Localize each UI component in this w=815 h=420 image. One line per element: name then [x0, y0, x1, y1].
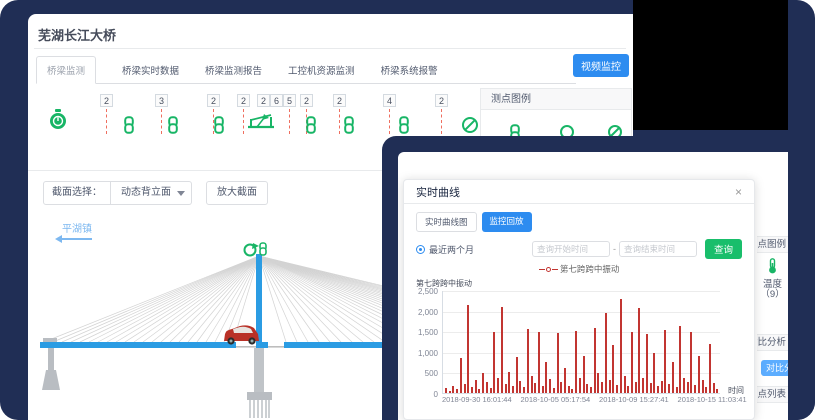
sensor-drop-line: [106, 109, 107, 134]
tab-ipc-resource[interactable]: 工控机资源监测: [288, 57, 355, 83]
chart-legend[interactable]: 第七跨跨中振动: [404, 263, 754, 275]
query-end-time-input[interactable]: [619, 241, 697, 257]
chart-plot-area: [442, 291, 720, 394]
modal-tab-bar: 实时曲线图 监控回放: [416, 212, 754, 232]
sensor-count-badge: 3: [155, 94, 168, 107]
sensor-count-badge: 5: [283, 94, 296, 107]
sensor-count-badge: 2: [257, 94, 270, 107]
no-signal-icon[interactable]: [461, 116, 479, 134]
section-select-dropdown[interactable]: 动态背立面: [111, 181, 192, 205]
legend-line-icon: [539, 269, 545, 270]
sensor-count-badge: 2: [333, 94, 346, 107]
main-tab-bar: 桥梁监测 桥梁实时数据 桥梁监测报告 工控机资源监测 桥梁系统报警: [36, 56, 576, 84]
thermometer-icon: [767, 258, 778, 274]
truss-sensor-icon[interactable]: [247, 112, 275, 132]
sensor-count-badge: 2: [435, 94, 448, 107]
query-start-time-input[interactable]: [532, 241, 610, 257]
left-arrow-icon: [62, 238, 92, 240]
sensor-drop-line: [441, 109, 442, 134]
close-icon[interactable]: ×: [735, 186, 742, 198]
chart-x-axis: 2018-09-30 16:01:442018-10-05 05:17:5420…: [442, 394, 744, 404]
chain-link-icon[interactable]: [167, 116, 179, 134]
radio-last-two-months[interactable]: [416, 245, 425, 254]
enlarge-section-button[interactable]: 放大截面: [206, 181, 268, 205]
rotation-sensor-icon: [245, 243, 260, 256]
section-select-row: 截面选择： 动态背立面 放大截面: [43, 181, 268, 205]
sensor-drop-line: [339, 109, 340, 134]
chevron-down-icon: [177, 191, 185, 196]
chart-popup-content: 测点图例 温度 （9） 对比分析 对比分析 测点列表 实时曲线 ×: [398, 152, 788, 420]
chain-link-icon: [260, 243, 266, 255]
side-legend-header: 测点图例: [757, 236, 788, 253]
video-monitor-button[interactable]: 视频监控: [573, 54, 629, 77]
sensor-count-badge: 2: [300, 94, 313, 107]
tab-bridge-monitor[interactable]: 桥梁监测: [36, 56, 96, 84]
chart-popup-window: 测点图例 温度 （9） 对比分析 对比分析 测点列表 实时曲线 ×: [382, 136, 815, 420]
legend-label: 第七跨跨中振动: [560, 264, 620, 274]
modal-header: 实时曲线 ×: [404, 180, 754, 204]
vibration-chart: 第七跨跨中振动 2,5002,0001,5001,0005000 2018-09…: [416, 278, 744, 404]
chain-link-icon[interactable]: [398, 116, 410, 134]
chain-link-icon[interactable]: [123, 116, 135, 134]
sensor-drop-line: [243, 109, 244, 134]
bridge-deck: [40, 342, 236, 348]
sensor-count-badge: 2: [237, 94, 250, 107]
stopwatch-icon[interactable]: [48, 108, 68, 132]
sensor-count-badge: 2: [207, 94, 220, 107]
date-range-separator: -: [613, 244, 616, 254]
page-title: 芜湖长江大桥: [38, 25, 116, 44]
chart-y-axis: 2,5002,0001,5001,0005000: [416, 291, 442, 394]
sensor-drop-line: [161, 109, 162, 134]
sensor-drop-line: [389, 109, 390, 134]
chart-bars: [444, 291, 720, 393]
black-void-panel: [633, 0, 788, 130]
sensor-count-badge: 4: [383, 94, 396, 107]
tab-monitor-report[interactable]: 桥梁监测报告: [205, 57, 262, 83]
query-filter-row: 最近两个月 - 查询: [416, 239, 742, 259]
compare-analysis-button[interactable]: 对比分析: [761, 360, 788, 376]
tab-monitor-playback[interactable]: 监控回放: [482, 212, 532, 232]
section-select-value: 动态背立面: [121, 187, 171, 198]
radio-label: 最近两个月: [429, 243, 474, 256]
tab-system-alarm[interactable]: 桥梁系统报警: [381, 57, 438, 83]
legend-panel-title: 测点图例: [481, 89, 631, 110]
query-button[interactable]: 查询: [705, 239, 742, 259]
x-axis-name: 时间: [728, 385, 744, 396]
legend-line-icon: [552, 269, 558, 270]
realtime-curve-modal: 实时曲线 × 实时曲线图 监控回放 最近两个月 - 查询: [403, 179, 755, 420]
tower-foundation: [247, 348, 272, 418]
chain-link-icon[interactable]: [343, 116, 355, 134]
section-select-label: 截面选择：: [43, 181, 111, 205]
sensor-count-badge: 6: [270, 94, 283, 107]
temperature-count: （9）: [757, 286, 788, 300]
side-panel-strip: 测点图例 温度 （9） 对比分析 对比分析 测点列表: [757, 152, 788, 420]
sensor-drop-line: [289, 109, 290, 134]
side-analysis-header: 对比分析: [757, 334, 788, 351]
app-screen: 芜湖长江大桥 桥梁监测 桥梁实时数据 桥梁监测报告 工控机资源监测 桥梁系统报警…: [0, 0, 815, 420]
modal-title: 实时曲线: [416, 184, 460, 200]
tab-realtime-data[interactable]: 桥梁实时数据: [122, 57, 179, 83]
chart-title: 第七跨跨中振动: [416, 278, 744, 289]
chain-link-icon[interactable]: [305, 116, 317, 134]
side-list-header: 测点列表: [757, 386, 788, 403]
direction-label: 平湖镇: [62, 220, 92, 235]
sensor-count-badge: 2: [100, 94, 113, 107]
chain-link-icon[interactable]: [213, 116, 225, 134]
legend-dot-icon: [546, 267, 551, 272]
tab-realtime-curve[interactable]: 实时曲线图: [416, 212, 477, 232]
divider: [34, 48, 626, 49]
